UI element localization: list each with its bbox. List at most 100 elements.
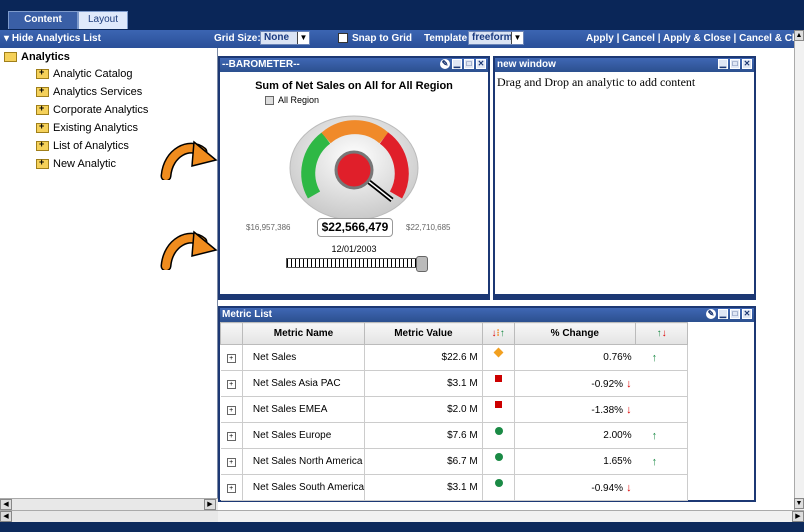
tab-content[interactable]: Content bbox=[8, 11, 78, 29]
scroll-left-icon[interactable]: ◀ bbox=[0, 499, 12, 510]
tree-item-analytics-services[interactable]: Analytics Services bbox=[36, 85, 143, 98]
minimize-icon[interactable]: ▁ bbox=[452, 59, 462, 69]
workspace: --BAROMETER-- ✎ ▁ □ ✕ Sum of Net Sales on A… bbox=[218, 48, 794, 522]
apply-close-button[interactable]: Apply & Close bbox=[663, 33, 731, 44]
snap-to-grid-checkbox[interactable] bbox=[338, 33, 348, 43]
table-row[interactable]: + Net Sales South America $3.1 M -0.94% ↓ bbox=[220, 474, 688, 501]
pct-change: -0.92% ↓ bbox=[514, 370, 636, 397]
edit-icon[interactable]: ✎ bbox=[706, 309, 716, 319]
metric-name: Net Sales Europe bbox=[242, 422, 366, 449]
edit-icon[interactable]: ✎ bbox=[440, 59, 450, 69]
pct-change-value: -1.38% bbox=[591, 404, 624, 416]
metric-value: $2.0 M bbox=[364, 396, 483, 423]
expand-cell[interactable]: + bbox=[220, 422, 243, 449]
trend-up-icon: ↑ bbox=[651, 455, 658, 468]
window-title: Metric List bbox=[222, 309, 273, 320]
metric-list-window: Metric List ✎ ▁ □ ✕ Metric Name Metric Valu… bbox=[218, 306, 756, 502]
left-horizontal-scrollbar[interactable]: ◀ ▶ bbox=[0, 498, 218, 510]
curved-arrow-icon bbox=[160, 230, 218, 270]
slider-handle[interactable] bbox=[416, 256, 428, 272]
scroll-left-icon[interactable]: ◀ bbox=[0, 511, 12, 522]
trend-header-icon[interactable]: ↑↓ bbox=[635, 322, 688, 345]
trend-down-icon: ↓ bbox=[623, 377, 632, 390]
tree-item-existing-analytics[interactable]: Existing Analytics bbox=[36, 121, 138, 134]
expand-icon[interactable]: + bbox=[226, 406, 236, 415]
status-header-icon[interactable]: ↓⁝↑ bbox=[481, 322, 515, 345]
template-select[interactable]: freeform ▼ bbox=[468, 31, 524, 45]
tree-item-list-of-analytics[interactable]: List of Analytics bbox=[36, 139, 129, 152]
table-row[interactable]: + Net Sales Europe $7.6 M 2.00% ↑ bbox=[220, 422, 688, 449]
barometer-window-titlebar[interactable]: --BAROMETER-- ✎ ▁ □ ✕ bbox=[220, 58, 488, 72]
metric-list-titlebar[interactable]: Metric List ✎ ▁ □ ✕ bbox=[220, 308, 754, 322]
expand-icon[interactable]: + bbox=[226, 458, 236, 467]
pct-change-value: 0.76% bbox=[603, 352, 632, 363]
table-row[interactable]: + Net Sales EMEA $2.0 M -1.38% ↓ bbox=[220, 396, 688, 423]
maximize-icon[interactable]: □ bbox=[730, 309, 740, 319]
metric-name: Net Sales bbox=[242, 344, 366, 371]
grid-size-select[interactable]: None ▼ bbox=[260, 31, 310, 45]
close-icon[interactable]: ✕ bbox=[742, 309, 752, 319]
status-cell bbox=[482, 370, 515, 397]
tab-layout[interactable]: Layout bbox=[78, 11, 128, 29]
separator: | bbox=[733, 33, 737, 44]
date-slider[interactable] bbox=[286, 256, 428, 272]
tree-item-label: Analytics Services bbox=[53, 86, 143, 98]
minimize-icon[interactable]: ▁ bbox=[718, 309, 728, 319]
tree-root[interactable]: Analytics bbox=[4, 51, 70, 63]
trend-cell: ↑ bbox=[635, 344, 688, 371]
window-title: --BAROMETER-- bbox=[222, 59, 300, 70]
maximize-icon[interactable]: □ bbox=[730, 59, 740, 69]
status-cell bbox=[482, 396, 515, 423]
pct-change-value: 2.00% bbox=[603, 430, 632, 441]
vertical-scrollbar[interactable]: ▲ ▼ bbox=[794, 30, 804, 520]
close-icon[interactable]: ✕ bbox=[476, 59, 486, 69]
tree-item-corporate-analytics[interactable]: Corporate Analytics bbox=[36, 103, 148, 116]
bottom-horizontal-scrollbar[interactable]: ◀ bbox=[0, 510, 218, 522]
barometer-window: --BAROMETER-- ✎ ▁ □ ✕ Sum of Net Sales on A… bbox=[218, 56, 490, 300]
close-icon[interactable]: ✕ bbox=[742, 59, 752, 69]
tree-item-analytic-catalog[interactable]: Analytic Catalog bbox=[36, 67, 133, 80]
expand-cell[interactable]: + bbox=[220, 474, 243, 501]
pct-change: 0.76% bbox=[514, 344, 636, 371]
status-square-icon bbox=[494, 375, 502, 382]
scroll-right-icon[interactable]: ▶ bbox=[792, 511, 804, 522]
expand-cell[interactable]: + bbox=[220, 370, 243, 397]
metric-name-header[interactable]: Metric Name bbox=[241, 322, 366, 345]
expand-cell[interactable]: + bbox=[220, 448, 243, 475]
barometer-gauge bbox=[289, 115, 419, 220]
metric-value: $6.7 M bbox=[364, 448, 483, 475]
folder-icon bbox=[36, 121, 49, 134]
tree-item-new-analytic[interactable]: New Analytic bbox=[36, 157, 116, 170]
expand-icon[interactable]: + bbox=[226, 484, 236, 493]
minimize-icon[interactable]: ▁ bbox=[718, 59, 728, 69]
expand-icon[interactable]: + bbox=[226, 432, 236, 441]
scroll-right-icon[interactable]: ▶ bbox=[204, 499, 216, 510]
gauge-date: 12/01/2003 bbox=[331, 244, 377, 254]
maximize-icon[interactable]: □ bbox=[464, 59, 474, 69]
apply-button[interactable]: Apply bbox=[586, 33, 614, 44]
expand-icon[interactable]: + bbox=[226, 354, 236, 363]
main-horizontal-scrollbar[interactable]: ▶ bbox=[218, 510, 804, 522]
expand-icon[interactable]: + bbox=[226, 380, 236, 389]
pct-change-header[interactable]: % Change bbox=[513, 322, 637, 345]
metric-value: $3.1 M bbox=[364, 474, 483, 501]
table-row[interactable]: + Net Sales Asia PAC $3.1 M -0.92% ↓ bbox=[220, 370, 688, 397]
tree-item-label: Existing Analytics bbox=[53, 122, 138, 134]
metric-name: Net Sales North America bbox=[242, 448, 366, 475]
table-row[interactable]: + Net Sales North America $6.7 M 1.65% ↑ bbox=[220, 448, 688, 475]
new-window-titlebar[interactable]: new window ▁ □ ✕ bbox=[495, 58, 754, 72]
table-row[interactable]: + Net Sales $22.6 M 0.76% ↑ bbox=[220, 344, 688, 371]
expand-cell[interactable]: + bbox=[220, 396, 243, 423]
separator: | bbox=[616, 33, 620, 44]
cancel-button[interactable]: Cancel bbox=[622, 33, 655, 44]
scroll-up-icon[interactable]: ▲ bbox=[794, 30, 804, 41]
gauge-max-label: $22,710,685 bbox=[406, 223, 451, 232]
new-window: new window ▁ □ ✕ Drag and Drop an analytic… bbox=[493, 56, 756, 300]
expand-cell[interactable]: + bbox=[220, 344, 243, 371]
hide-analytics-list-button[interactable]: ▾ Hide Analytics List bbox=[4, 33, 101, 44]
scroll-down-icon[interactable]: ▼ bbox=[794, 498, 804, 509]
trend-down-icon: ↓ bbox=[623, 481, 632, 494]
metric-value-header[interactable]: Metric Value bbox=[364, 322, 483, 345]
pct-change-value: 1.65% bbox=[603, 456, 632, 467]
status-circle-icon bbox=[494, 479, 503, 487]
